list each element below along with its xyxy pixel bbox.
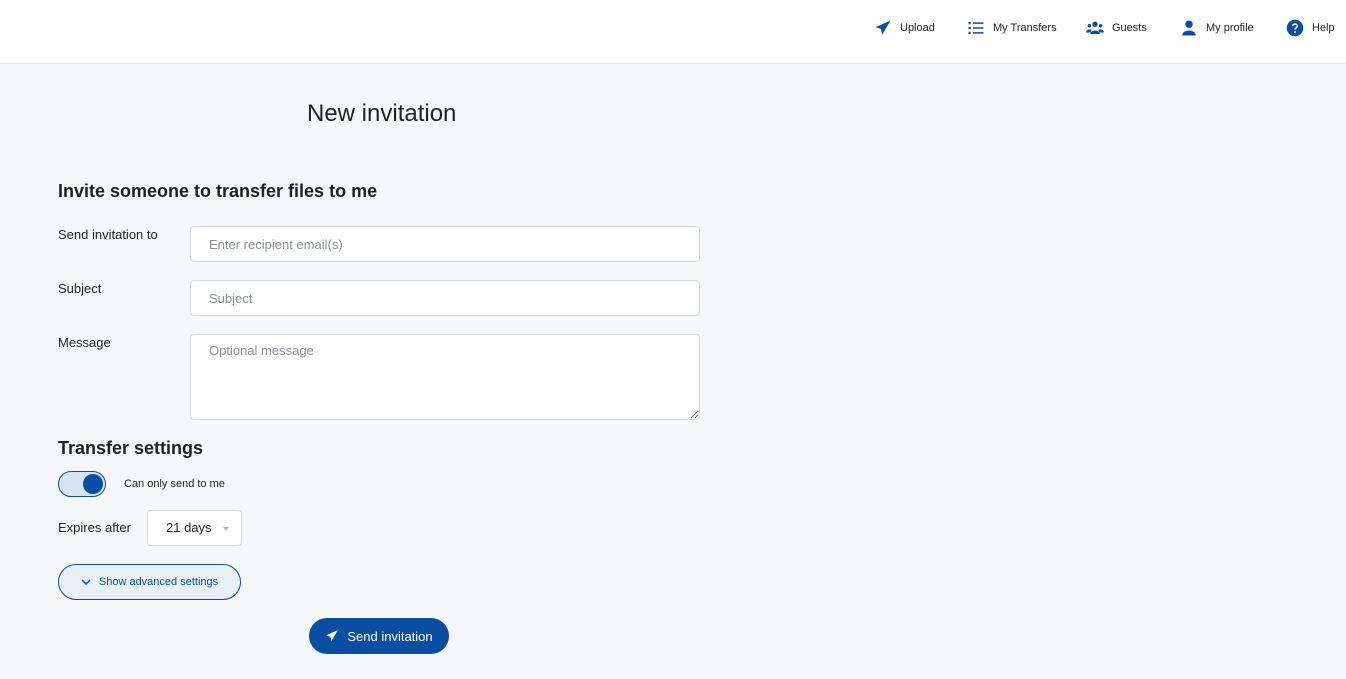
nav-help[interactable]: Help — [1286, 0, 1335, 56]
expires-after-label: Expires after — [58, 520, 131, 535]
list-icon — [968, 22, 984, 34]
subject-label: Subject — [58, 281, 102, 296]
nav-my-profile[interactable]: My profile — [1180, 0, 1254, 56]
message-textarea[interactable] — [190, 334, 700, 420]
nav-upload-label: Upload — [900, 22, 935, 34]
send-invitation-label: Send invitation — [347, 628, 433, 644]
nav-upload[interactable]: Upload — [874, 0, 935, 56]
show-advanced-settings-label: Show advanced settings — [98, 576, 219, 588]
nav-guests-label: Guests — [1112, 22, 1147, 34]
paper-plane-icon — [326, 630, 339, 642]
send-invitation-to-label: Send invitation to — [58, 227, 158, 242]
nav-my-transfers[interactable]: My Transfers — [967, 0, 1057, 56]
caret-down-icon — [223, 527, 229, 531]
nav-my-profile-label: My profile — [1206, 22, 1254, 34]
send-invitation-button[interactable]: Send invitation — [309, 618, 449, 654]
top-navigation-bar: Upload My Transfers Guests My profile He… — [0, 0, 1346, 64]
users-icon — [1086, 21, 1104, 34]
can-only-send-to-me-toggle[interactable] — [58, 471, 106, 497]
toggle-knob — [83, 474, 103, 494]
nav-help-label: Help — [1312, 22, 1335, 34]
show-advanced-settings-button[interactable]: Show advanced settings — [58, 564, 241, 600]
nav-guests[interactable]: Guests — [1086, 0, 1147, 56]
invite-section-title: Invite someone to transfer files to me — [58, 181, 378, 201]
recipient-email-input[interactable] — [190, 226, 700, 262]
message-label: Message — [58, 335, 111, 350]
subject-input[interactable] — [190, 280, 700, 316]
paper-plane-icon — [875, 20, 891, 35]
transfer-settings-title: Transfer settings — [58, 438, 204, 458]
chevron-down-icon — [81, 579, 91, 586]
page-title: New invitation — [307, 100, 457, 127]
expires-after-select[interactable]: 21 days — [147, 510, 242, 546]
can-only-send-to-me-label: Can only send to me — [124, 478, 225, 490]
nav-my-transfers-label: My Transfers — [993, 22, 1057, 34]
expires-after-value: 21 days — [166, 520, 212, 535]
user-icon — [1182, 20, 1196, 36]
question-circle-icon — [1286, 19, 1304, 37]
